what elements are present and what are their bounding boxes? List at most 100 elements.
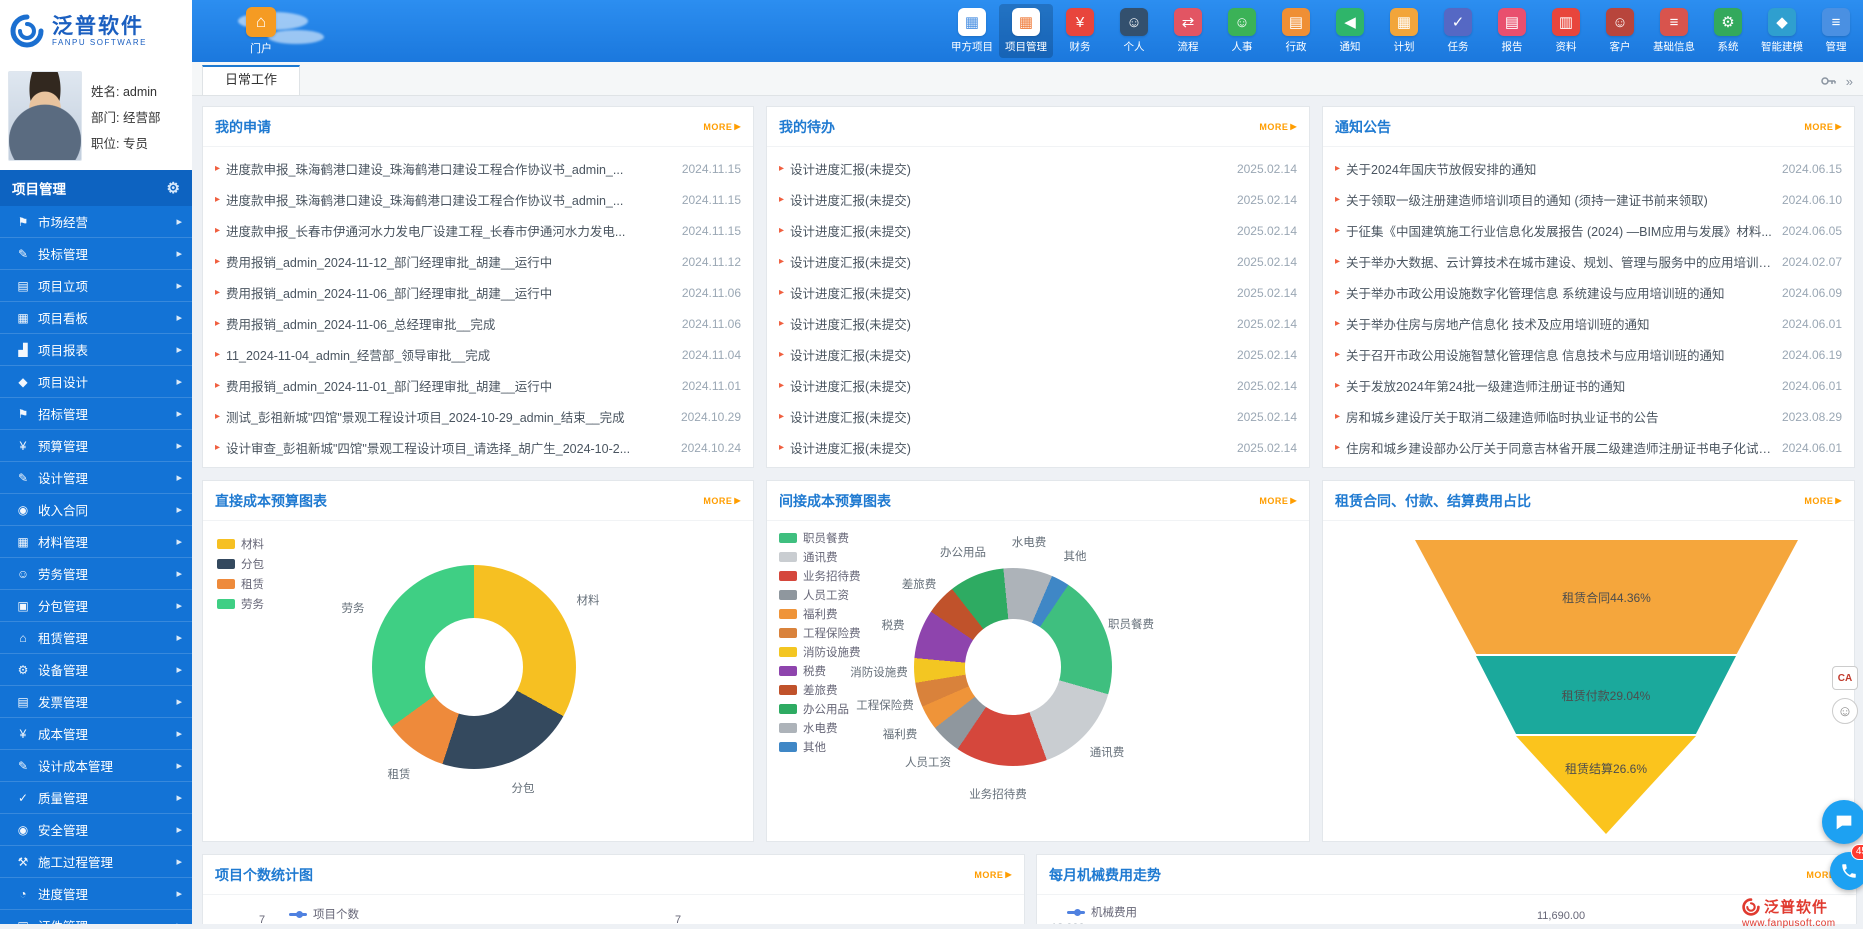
legend-item[interactable]: 租赁 [217, 574, 264, 594]
todo-list-item[interactable]: ▸ 设计进度汇报(未提交) 2025.02.14 [779, 215, 1297, 246]
top-nav-item[interactable]: ¥ 财务 [1053, 4, 1107, 58]
sidebar-menu-item[interactable]: ▤ 发票管理 ▸ [0, 686, 192, 718]
application-list-item[interactable]: ▸ 设计审查_彭祖新城"四馆"景观工程设计项目_请选择_胡广生_2024-10-… [215, 432, 741, 463]
legend-item[interactable]: 消防设施费 [779, 642, 861, 661]
todo-list-item[interactable]: ▸ 设计进度汇报(未提交) 2025.02.14 [779, 153, 1297, 184]
top-nav-item[interactable]: ☺ 客户 [1593, 4, 1647, 58]
funnel-segment-contract[interactable]: 租赁合同44.36% [1415, 540, 1798, 654]
top-nav-item[interactable]: ⇄ 流程 [1161, 4, 1215, 58]
top-nav-item[interactable]: ≡ 基础信息 [1647, 4, 1701, 58]
more-link[interactable]: MORE▶ [974, 870, 1012, 880]
todo-list-item[interactable]: ▸ 设计进度汇报(未提交) 2025.02.14 [779, 308, 1297, 339]
top-nav-item[interactable]: ✓ 任务 [1431, 4, 1485, 58]
legend-item[interactable]: 差旅费 [779, 680, 861, 699]
funnel-segment-payment[interactable]: 租赁付款29.04% [1476, 656, 1736, 734]
legend-item[interactable]: 水电费 [779, 718, 861, 737]
notice-list-item[interactable]: ▸ 关于举办市政公用设施数字化管理信息 系统建设与应用培训班的通知 2024.0… [1335, 277, 1842, 308]
sidebar-menu-item[interactable]: ⌂ 租赁管理 ▸ [0, 622, 192, 654]
top-nav-item[interactable]: ▤ 行政 [1269, 4, 1323, 58]
sidebar-menu-item[interactable]: ¥ 成本管理 ▸ [0, 718, 192, 750]
legend-item[interactable]: 材料 [217, 534, 264, 554]
sidebar-menu-item[interactable]: ⚑ 市场经营 ▸ [0, 206, 192, 238]
application-list-item[interactable]: ▸ 进度款申报_长春市伊通河水力发电厂设建工程_长春市伊通河水力发电... 20… [215, 215, 741, 246]
notice-list-item[interactable]: ▸ 关于发放2024年第24批一级建造师注册证书的通知 2024.06.01 [1335, 370, 1842, 401]
todo-list-item[interactable]: ▸ 设计进度汇报(未提交) 2025.02.14 [779, 370, 1297, 401]
top-nav-item[interactable]: ≡ 管理 [1809, 4, 1863, 58]
legend-item[interactable]: 工程保险费 [779, 623, 861, 642]
application-list-item[interactable]: ▸ 11_2024-11-04_admin_经营部_领导审批__完成 2024.… [215, 339, 741, 370]
key-icon[interactable] [1820, 73, 1836, 89]
legend-item[interactable]: 福利费 [779, 604, 861, 623]
legend-item[interactable]: 税费 [779, 661, 861, 680]
todo-list-item[interactable]: ▸ 设计进度汇报(未提交) 2025.02.14 [779, 432, 1297, 463]
legend-item[interactable]: 分包 [217, 554, 264, 574]
sidebar-menu-item[interactable]: ◆ 项目设计 ▸ [0, 366, 192, 398]
legend-item[interactable]: 办公用品 [779, 699, 861, 718]
legend-item[interactable]: 其他 [779, 737, 861, 756]
sidebar-menu-item[interactable]: ◔ 进度管理 ▸ [0, 878, 192, 910]
top-nav-item[interactable]: ⚙ 系统 [1701, 4, 1755, 58]
legend-item[interactable]: 人员工资 [779, 585, 861, 604]
more-link[interactable]: MORE▶ [703, 122, 741, 132]
top-nav-item[interactable]: ☺ 个人 [1107, 4, 1161, 58]
notice-list-item[interactable]: ▸ 于征集《中国建筑施工行业信息化发展报告 (2024) —BIM应用与发展》材… [1335, 215, 1842, 246]
notice-list-item[interactable]: ▸ 关于领取一级注册建造师培训项目的通知 (须持一建证书前来领取) 2024.0… [1335, 184, 1842, 215]
todo-list-item[interactable]: ▸ 设计进度汇报(未提交) 2025.02.14 [779, 246, 1297, 277]
sidebar-menu-item[interactable]: ✎ 投标管理 ▸ [0, 238, 192, 270]
todo-list-item[interactable]: ▸ 设计进度汇报(未提交) 2025.02.14 [779, 277, 1297, 308]
legend-item[interactable]: 项目个数 [289, 906, 359, 922]
notice-list-item[interactable]: ▸ 房和城乡建设厅关于取消二级建造师临时执业证书的公告 2023.08.29 [1335, 401, 1842, 432]
sidebar-menu-item[interactable]: ⚑ 招标管理 ▸ [0, 398, 192, 430]
legend-item[interactable]: 业务招待费 [779, 566, 861, 585]
application-list-item[interactable]: ▸ 进度款申报_珠海鹤港口建设_珠海鹤港口建设工程合作协议书_admin_...… [215, 153, 741, 184]
top-nav-item[interactable]: ◆ 智能建模 [1755, 4, 1809, 58]
sidebar-menu-item[interactable]: ¥ 预算管理 ▸ [0, 430, 192, 462]
application-list-item[interactable]: ▸ 费用报销_admin_2024-11-06_部门经理审批_胡建__运行中 2… [215, 277, 741, 308]
chat-button[interactable] [1822, 800, 1863, 844]
funnel-segment-settlement[interactable]: 租赁结算26.6% [1516, 736, 1696, 834]
tab-daily-work[interactable]: 日常工作 [202, 65, 300, 95]
sidebar-menu-item[interactable]: ✎ 设计成本管理 ▸ [0, 750, 192, 782]
legend-item[interactable]: 劳务 [217, 594, 264, 614]
application-list-item[interactable]: ▸ 进度款申报_珠海鹤港口建设_珠海鹤港口建设工程合作协议书_admin_...… [215, 184, 741, 215]
sidebar-menu-item[interactable]: ✎ 设计管理 ▸ [0, 462, 192, 494]
top-nav-item[interactable]: ▤ 报告 [1485, 4, 1539, 58]
todo-list-item[interactable]: ▸ 设计进度汇报(未提交) 2025.02.14 [779, 401, 1297, 432]
sidebar-menu-item[interactable]: ▤ 项目立项 ▸ [0, 270, 192, 302]
sidebar-menu-item[interactable]: ▣ 分包管理 ▸ [0, 590, 192, 622]
sidebar-menu-item[interactable]: ▦ 项目看板 ▸ [0, 302, 192, 334]
sidebar-menu-item[interactable]: ☺ 劳务管理 ▸ [0, 558, 192, 590]
notice-list-item[interactable]: ▸ 关于举办大数据、云计算技术在城市建设、规划、管理与服务中的应用培训班... … [1335, 246, 1842, 277]
phone-button[interactable]: 45 [1830, 852, 1863, 890]
notice-list-item[interactable]: ▸ 关于举办住房与房地产信息化 技术及应用培训班的通知 2024.06.01 [1335, 308, 1842, 339]
application-list-item[interactable]: ▸ 费用报销_admin_2024-11-01_部门经理审批_胡建__运行中 2… [215, 370, 741, 401]
collapse-panel-icon[interactable]: » [1846, 74, 1853, 89]
more-link[interactable]: MORE▶ [1804, 496, 1842, 506]
top-nav-item[interactable]: ▦ 项目管理 [999, 4, 1053, 58]
top-nav-item[interactable]: ◀ 通知 [1323, 4, 1377, 58]
top-nav-item[interactable]: ▦ 甲方项目 [945, 4, 999, 58]
sidebar-menu-item[interactable]: ⚙ 设备管理 ▸ [0, 654, 192, 686]
application-list-item[interactable]: ▸ 测试_彭祖新城"四馆"景观工程设计项目_2024-10-29_admin_结… [215, 401, 741, 432]
ca-certificate-icon[interactable]: CA [1832, 666, 1858, 690]
sidebar-menu-item[interactable]: ◉ 收入合同 ▸ [0, 494, 192, 526]
legend-item[interactable]: 职员餐费 [779, 528, 861, 547]
sidebar-menu-item[interactable]: ⚒ 施工过程管理 ▸ [0, 846, 192, 878]
settings-gear-icon[interactable]: ⚙ [167, 179, 180, 197]
sidebar-menu-item[interactable]: ▦ 材料管理 ▸ [0, 526, 192, 558]
emoticon-icon[interactable]: ☺ [1832, 698, 1858, 724]
more-link[interactable]: MORE▶ [1259, 122, 1297, 132]
top-nav-item[interactable]: ▦ 计划 [1377, 4, 1431, 58]
todo-list-item[interactable]: ▸ 设计进度汇报(未提交) 2025.02.14 [779, 339, 1297, 370]
notice-list-item[interactable]: ▸ 关于2024年国庆节放假安排的通知 2024.06.15 [1335, 153, 1842, 184]
sidebar-menu-item[interactable]: ◉ 安全管理 ▸ [0, 814, 192, 846]
todo-list-item[interactable]: ▸ 设计进度汇报(未提交) 2025.02.14 [779, 184, 1297, 215]
sidebar-menu-item[interactable]: ✓ 质量管理 ▸ [0, 782, 192, 814]
top-nav-item[interactable]: ▥ 资料 [1539, 4, 1593, 58]
notice-list-item[interactable]: ▸ 关于召开市政公用设施智慧化管理信息 信息技术与应用培训班的通知 2024.0… [1335, 339, 1842, 370]
nav-item-portal[interactable]: ⌂ 门户 [234, 3, 288, 60]
sidebar-menu-item[interactable]: ▣ 证件管理 ▸ [0, 910, 192, 924]
more-link[interactable]: MORE▶ [1804, 122, 1842, 132]
legend-item[interactable]: 通讯费 [779, 547, 861, 566]
notice-list-item[interactable]: ▸ 住房和城乡建设部办公厅关于同意吉林省开展二级建造师注册证书电子化试点... … [1335, 432, 1842, 463]
